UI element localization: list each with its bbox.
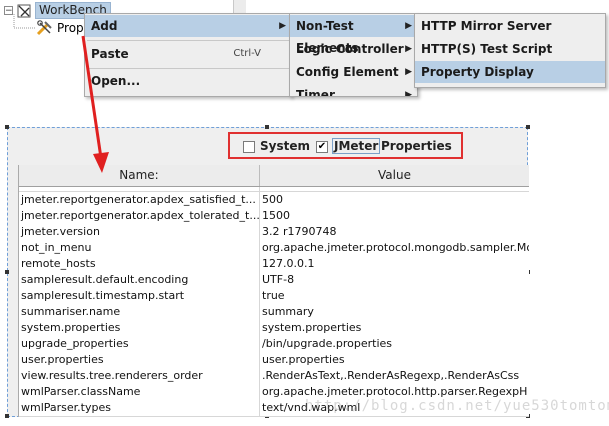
resize-handle[interactable] xyxy=(265,125,269,129)
menu-item-timer[interactable]: Timer ▶ xyxy=(290,84,417,97)
menu-item-property-display[interactable]: Property Display xyxy=(415,61,605,83)
menu-item-non-test-elements[interactable]: Non-Test Elements ▶ xyxy=(290,15,417,55)
property-value-cell[interactable]: 127.0.0.1 xyxy=(260,256,529,272)
menu-item-open[interactable]: Open... xyxy=(85,70,291,92)
jmeter-label[interactable]: JMeter xyxy=(332,138,381,154)
property-name-cell[interactable]: view.results.tree.renderers_order xyxy=(19,368,260,384)
table-row[interactable]: remote_hosts 127.0.0.1 xyxy=(19,256,529,273)
table-header: Name: Value xyxy=(19,165,529,187)
menu-item-http-mirror-server[interactable]: HTTP Mirror Server xyxy=(415,15,605,37)
submenu-arrow-icon: ▶ xyxy=(405,21,412,31)
property-name-cell[interactable]: jmeter.reportgenerator.apdex_tolerated_t… xyxy=(19,208,260,224)
property-value-cell[interactable]: UTF-8 xyxy=(260,272,529,288)
menu-item-label: Config Element xyxy=(296,65,399,79)
table-row[interactable]: sampleresult.timestamp.start true xyxy=(19,288,529,305)
system-checkbox[interactable] xyxy=(243,141,255,153)
property-name-cell[interactable]: not_in_menu xyxy=(19,240,260,256)
property-value-cell[interactable]: 500 xyxy=(260,192,529,208)
table-row[interactable]: jmeter.version 3.2 r1790748 xyxy=(19,224,529,241)
property-value-cell[interactable]: system.properties xyxy=(260,320,529,336)
table-row[interactable]: view.results.tree.renderers_order .Render… xyxy=(19,368,529,385)
property-value-cell[interactable]: 3.2 r1790748 xyxy=(260,224,529,240)
property-name-cell[interactable]: upgrade_properties xyxy=(19,336,260,352)
table-row[interactable]: not_in_menu org.apache.jmeter.protocol.mo… xyxy=(19,240,529,257)
property-name-cell[interactable]: summariser.name xyxy=(19,304,260,320)
watermark: http://blog.csdn.net/yue530tomtom xyxy=(305,398,609,414)
property-value-cell[interactable]: /bin/upgrade.properties xyxy=(260,336,529,352)
property-name-cell[interactable]: sampleresult.default.encoding xyxy=(19,272,260,288)
property-value-cell[interactable]: 1500 xyxy=(260,208,529,224)
menu-item-shortcut: Ctrl-V xyxy=(233,48,261,59)
property-value-cell[interactable]: org.apache.jmeter.protocol.mongodb.sampl… xyxy=(260,240,529,256)
submenu-arrow-icon: ▶ xyxy=(405,44,412,54)
property-name-cell[interactable]: wmlParser.className xyxy=(19,384,260,400)
properties-table: Name: Value jmeter.reportgenerator.apdex… xyxy=(18,165,529,417)
non-test-elements-submenu: HTTP Mirror Server HTTP(S) Test Script R… xyxy=(414,13,606,88)
resize-handle[interactable] xyxy=(526,125,530,129)
add-submenu: Non-Test Elements ▶ Logic Controller ▶ C… xyxy=(289,13,418,97)
table-row[interactable]: upgrade_properties/bin/upgrade.propertie… xyxy=(19,336,529,353)
menu-item-add[interactable]: Add ▶ xyxy=(85,15,291,37)
table-row[interactable]: summariser.name summary xyxy=(19,304,529,321)
property-value-cell[interactable]: true xyxy=(260,288,529,304)
menu-item-label: Open... xyxy=(91,74,141,88)
system-label[interactable]: System xyxy=(260,139,310,153)
context-menu: Add ▶ Paste Ctrl-V Open... xyxy=(84,13,292,97)
table-row[interactable]: sampleresult.default.encoding UTF-8 xyxy=(19,272,529,289)
resize-handle[interactable] xyxy=(5,270,9,274)
menu-item-label: Logic Controller xyxy=(296,42,404,56)
submenu-arrow-icon: ▶ xyxy=(405,90,412,97)
column-header-name[interactable]: Name: xyxy=(19,165,260,186)
menu-item-http-test-script-recorder[interactable]: HTTP(S) Test Script Recorder xyxy=(415,38,605,78)
property-value-cell[interactable]: summary xyxy=(260,304,529,320)
property-name-cell[interactable]: sampleresult.timestamp.start xyxy=(19,288,260,304)
menu-item-logic-controller[interactable]: Logic Controller ▶ xyxy=(290,38,417,60)
resize-handle[interactable] xyxy=(5,414,9,418)
table-row[interactable]: system.properties system.properties xyxy=(19,320,529,337)
menu-item-label: Timer xyxy=(296,88,335,97)
jmeter-checkbox[interactable]: ✔ xyxy=(316,141,328,153)
menu-item-label: HTTP Mirror Server xyxy=(421,19,552,33)
property-name-cell[interactable]: wmlParser.types xyxy=(19,400,260,416)
property-name-cell[interactable]: jmeter.version xyxy=(19,224,260,240)
tree-node-label[interactable]: Prop xyxy=(57,21,84,35)
submenu-arrow-icon: ▶ xyxy=(405,67,412,77)
submenu-arrow-icon: ▶ xyxy=(279,21,286,31)
menu-item-label: Add xyxy=(91,19,118,33)
menu-item-config-element[interactable]: Config Element ▶ xyxy=(290,61,417,83)
menu-item-label: Property Display xyxy=(421,65,534,79)
tree-connector-lines xyxy=(13,14,36,29)
menu-separator xyxy=(87,68,289,69)
property-name-cell[interactable]: jmeter.reportgenerator.apdex_satisfied_t… xyxy=(19,192,260,208)
resize-handle[interactable] xyxy=(5,125,9,129)
property-name-cell[interactable]: remote_hosts xyxy=(19,256,260,272)
column-header-value[interactable]: Value xyxy=(260,165,529,186)
table-row[interactable]: jmeter.reportgenerator.apdex_tolerated_t… xyxy=(19,208,529,225)
menu-item-label: Paste xyxy=(91,47,129,61)
property-name-cell[interactable]: system.properties xyxy=(19,320,260,336)
property-name-cell[interactable]: user.properties xyxy=(19,352,260,368)
menu-separator xyxy=(87,40,289,41)
table-row[interactable]: user.properties user.properties xyxy=(19,352,529,369)
property-value-cell[interactable]: .RenderAsText,.RenderAsRegexp,.RenderAsC… xyxy=(260,368,529,384)
property-value-cell[interactable]: user.properties xyxy=(260,352,529,368)
table-row[interactable]: jmeter.reportgenerator.apdex_satisfied_t… xyxy=(19,192,529,209)
properties-checkbox-group: System ✔ JMeter Properties xyxy=(228,132,463,159)
properties-label: Properties xyxy=(381,139,452,153)
menu-item-paste[interactable]: Paste Ctrl-V xyxy=(85,43,291,65)
